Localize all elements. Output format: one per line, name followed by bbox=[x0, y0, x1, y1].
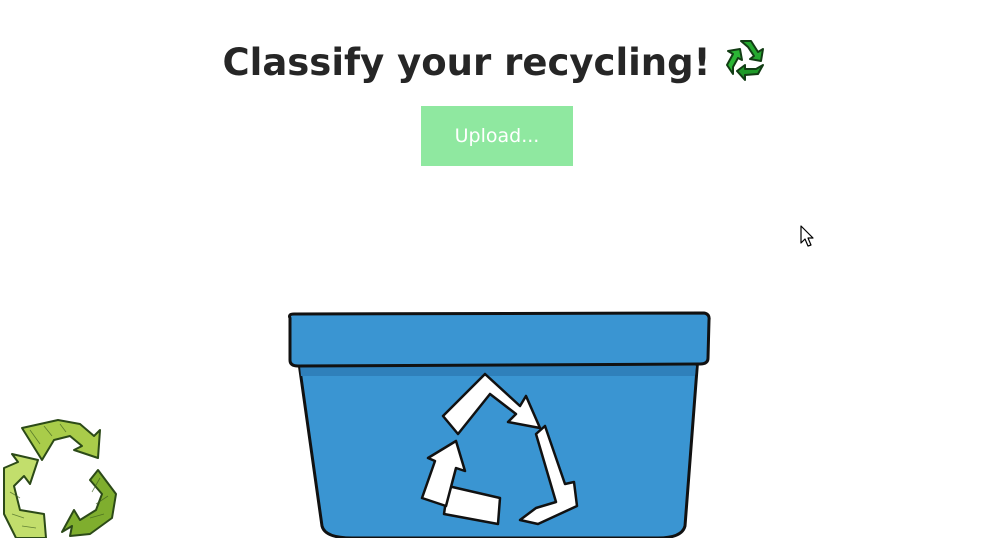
mouse-pointer-icon bbox=[800, 225, 814, 247]
upload-button[interactable]: Upload... bbox=[421, 106, 573, 166]
page-title-text: Classify your recycling! bbox=[222, 40, 711, 84]
recycling-bin-illustration bbox=[288, 311, 711, 538]
recycle-emoji-icon bbox=[725, 39, 764, 81]
page-title: Classify your recycling! bbox=[0, 37, 989, 89]
recycle-sketch-icon bbox=[3, 419, 117, 538]
